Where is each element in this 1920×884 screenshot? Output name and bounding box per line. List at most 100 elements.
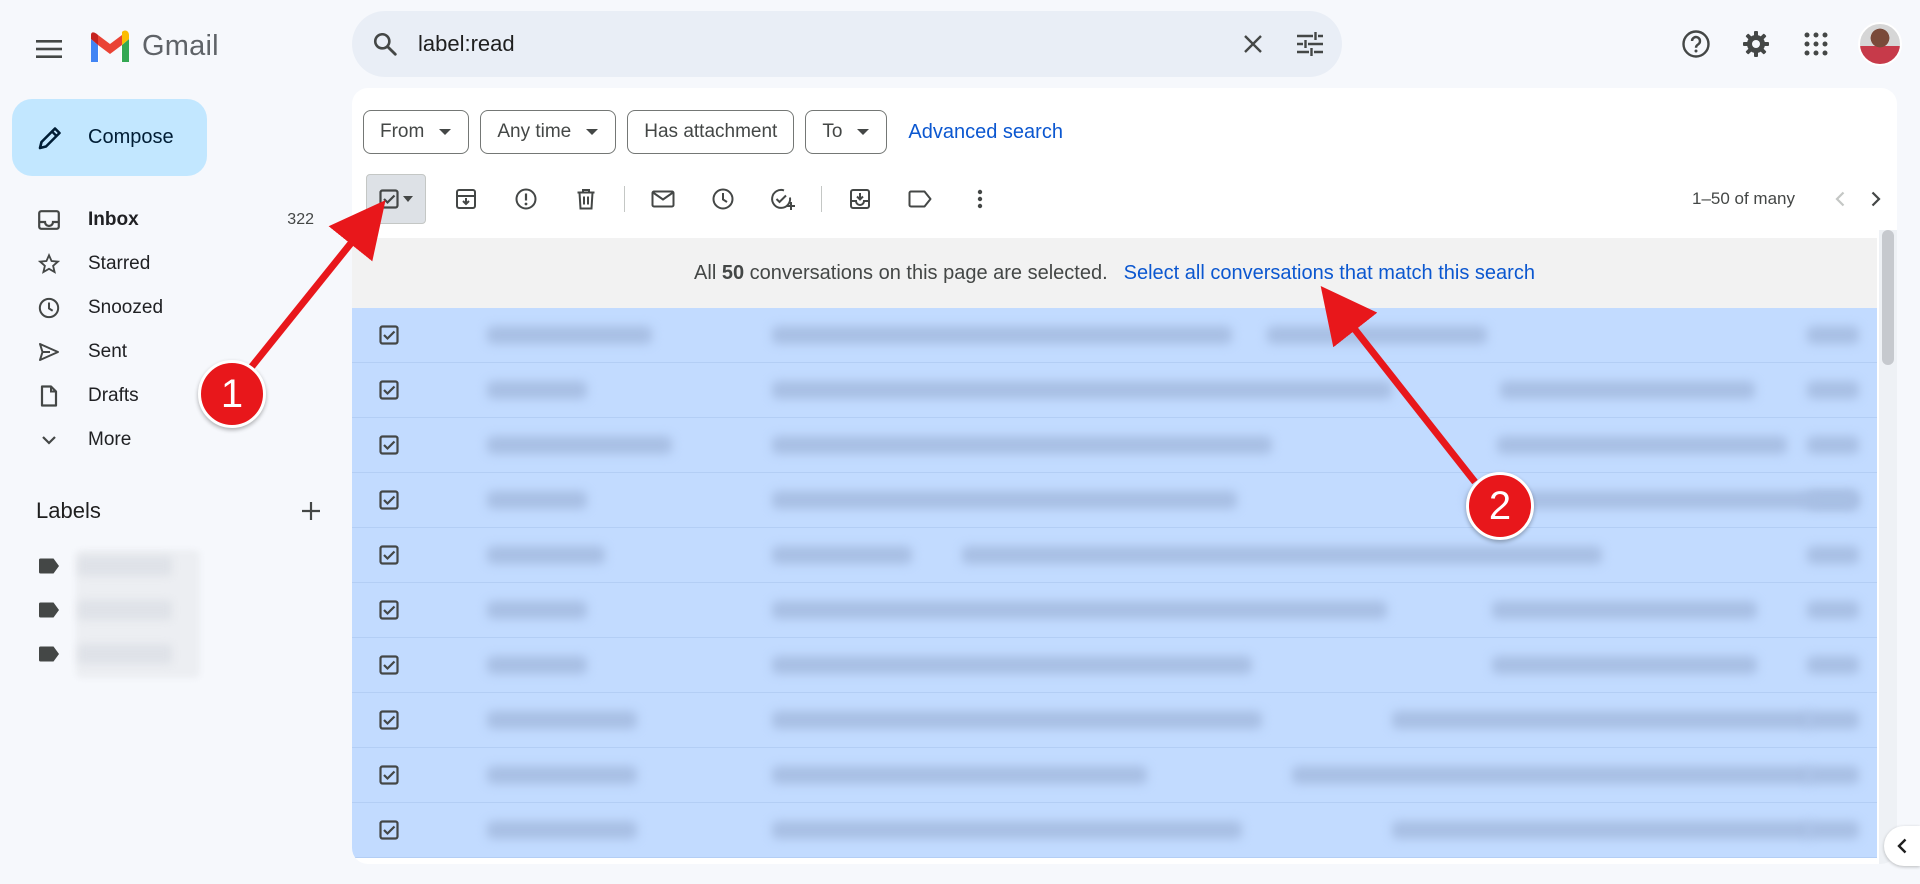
table-row[interactable] <box>352 748 1877 803</box>
gmail-logo[interactable]: Gmail <box>88 26 219 66</box>
table-row[interactable] <box>352 473 1877 528</box>
sidebar-item-starred[interactable]: Starred <box>0 242 325 286</box>
search-filter-chips: From Any time Has attachment To Advanced… <box>363 110 1063 154</box>
label-item[interactable] <box>38 556 172 576</box>
row-checkbox[interactable] <box>352 765 426 785</box>
table-row[interactable] <box>352 308 1877 363</box>
app-name: Gmail <box>142 29 219 62</box>
label-tag-icon <box>39 602 59 618</box>
sidebar-item-label: Inbox <box>88 209 139 230</box>
filter-from[interactable]: From <box>363 110 470 154</box>
label-item[interactable] <box>38 600 172 620</box>
chip-label: Has attachment <box>644 121 778 142</box>
redacted-text <box>487 491 587 509</box>
caret-down-icon[interactable] <box>403 196 413 202</box>
apps-button[interactable] <box>1794 22 1838 66</box>
sidebar-item-drafts[interactable]: Drafts <box>0 374 325 418</box>
checkbox-checked-icon <box>379 600 399 620</box>
table-row[interactable] <box>352 583 1877 638</box>
checkbox-checked-icon <box>379 545 399 565</box>
filter-has-attachment[interactable]: Has attachment <box>627 110 795 154</box>
redacted-text <box>1392 711 1812 729</box>
filter-any-time[interactable]: Any time <box>480 110 617 154</box>
sidebar-item-snoozed[interactable]: Snoozed <box>0 286 325 330</box>
more-options-button[interactable] <box>950 174 1010 224</box>
account-avatar[interactable] <box>1858 22 1902 66</box>
select-all-checkbox[interactable] <box>366 174 426 224</box>
row-checkbox[interactable] <box>352 545 426 565</box>
sidebar-item-label: Starred <box>88 253 151 274</box>
mark-as-unread-button[interactable] <box>633 174 693 224</box>
report-spam-button[interactable] <box>496 174 556 224</box>
move-to-button[interactable] <box>830 174 890 224</box>
redacted-text <box>772 326 1232 344</box>
support-button[interactable] <box>1674 22 1718 66</box>
row-checkbox[interactable] <box>352 490 426 510</box>
row-checkbox[interactable] <box>352 655 426 675</box>
scrollbar-thumb[interactable] <box>1882 230 1894 365</box>
table-row[interactable] <box>352 638 1877 693</box>
table-row[interactable] <box>352 803 1877 858</box>
row-checkbox[interactable] <box>352 435 426 455</box>
select-all-matching-link[interactable]: Select all conversations that match this… <box>1124 262 1535 285</box>
table-row[interactable] <box>352 528 1877 583</box>
search-button[interactable] <box>352 31 418 57</box>
labels-section: Labels <box>36 498 321 524</box>
table-row[interactable] <box>352 693 1877 748</box>
redacted-date <box>1807 656 1859 674</box>
banner-suffix: conversations on this page are selected. <box>749 261 1108 284</box>
sidebar-item-label: More <box>88 429 132 450</box>
next-page-button[interactable] <box>1871 191 1881 207</box>
conversation-list <box>352 308 1877 858</box>
toolbar-divider <box>821 186 822 212</box>
clock-icon <box>712 188 734 210</box>
page-range[interactable]: 1–50 of many <box>1692 189 1795 209</box>
checkbox-checked-icon <box>379 435 399 455</box>
filter-to[interactable]: To <box>805 110 888 154</box>
redacted-text <box>1392 821 1812 839</box>
redacted-text <box>1492 601 1757 619</box>
compose-button[interactable]: Compose <box>12 99 207 176</box>
side-panel-toggle[interactable] <box>1884 826 1920 866</box>
checkbox-checked-icon <box>379 710 399 730</box>
archive-button[interactable] <box>436 174 496 224</box>
redacted-text <box>1497 436 1787 454</box>
redacted-date <box>1807 491 1859 509</box>
prev-page-button[interactable] <box>1835 191 1845 207</box>
redacted-date <box>1807 711 1859 729</box>
selected-count: 50 <box>721 261 745 284</box>
labels-button[interactable] <box>890 174 950 224</box>
redacted-text <box>772 821 1242 839</box>
row-checkbox[interactable] <box>352 325 426 345</box>
callout-2: 2 <box>1466 472 1534 540</box>
row-checkbox[interactable] <box>352 600 426 620</box>
label-item[interactable] <box>38 644 172 664</box>
search-bar[interactable] <box>352 11 1342 77</box>
search-options-button[interactable] <box>1278 32 1342 56</box>
add-to-tasks-button[interactable] <box>753 174 813 224</box>
row-checkbox[interactable] <box>352 710 426 730</box>
advanced-search-link[interactable]: Advanced search <box>908 121 1063 144</box>
delete-button[interactable] <box>556 174 616 224</box>
sidebar-item-inbox[interactable]: Inbox 322 <box>0 198 325 242</box>
move-to-icon <box>850 189 870 209</box>
create-label-button[interactable] <box>301 501 321 521</box>
row-checkbox[interactable] <box>352 380 426 400</box>
table-row[interactable] <box>352 363 1877 418</box>
checkbox-checked-icon <box>379 490 399 510</box>
sidebar-item-sent[interactable]: Sent <box>0 330 325 374</box>
main-menu-button[interactable] <box>26 26 72 72</box>
clear-search-button[interactable] <box>1228 34 1278 54</box>
redacted-date <box>1807 601 1859 619</box>
settings-button[interactable] <box>1734 22 1778 66</box>
snooze-button[interactable] <box>693 174 753 224</box>
row-checkbox[interactable] <box>352 820 426 840</box>
redacted-text <box>772 436 1272 454</box>
checkbox-checked-icon <box>379 189 399 209</box>
clock-icon <box>38 297 60 319</box>
selection-message: All 50 conversations on this page are se… <box>694 262 1108 285</box>
sidebar-item-more[interactable]: More <box>0 418 325 462</box>
search-input[interactable] <box>418 31 1228 57</box>
table-row[interactable] <box>352 418 1877 473</box>
spam-icon <box>515 188 537 210</box>
